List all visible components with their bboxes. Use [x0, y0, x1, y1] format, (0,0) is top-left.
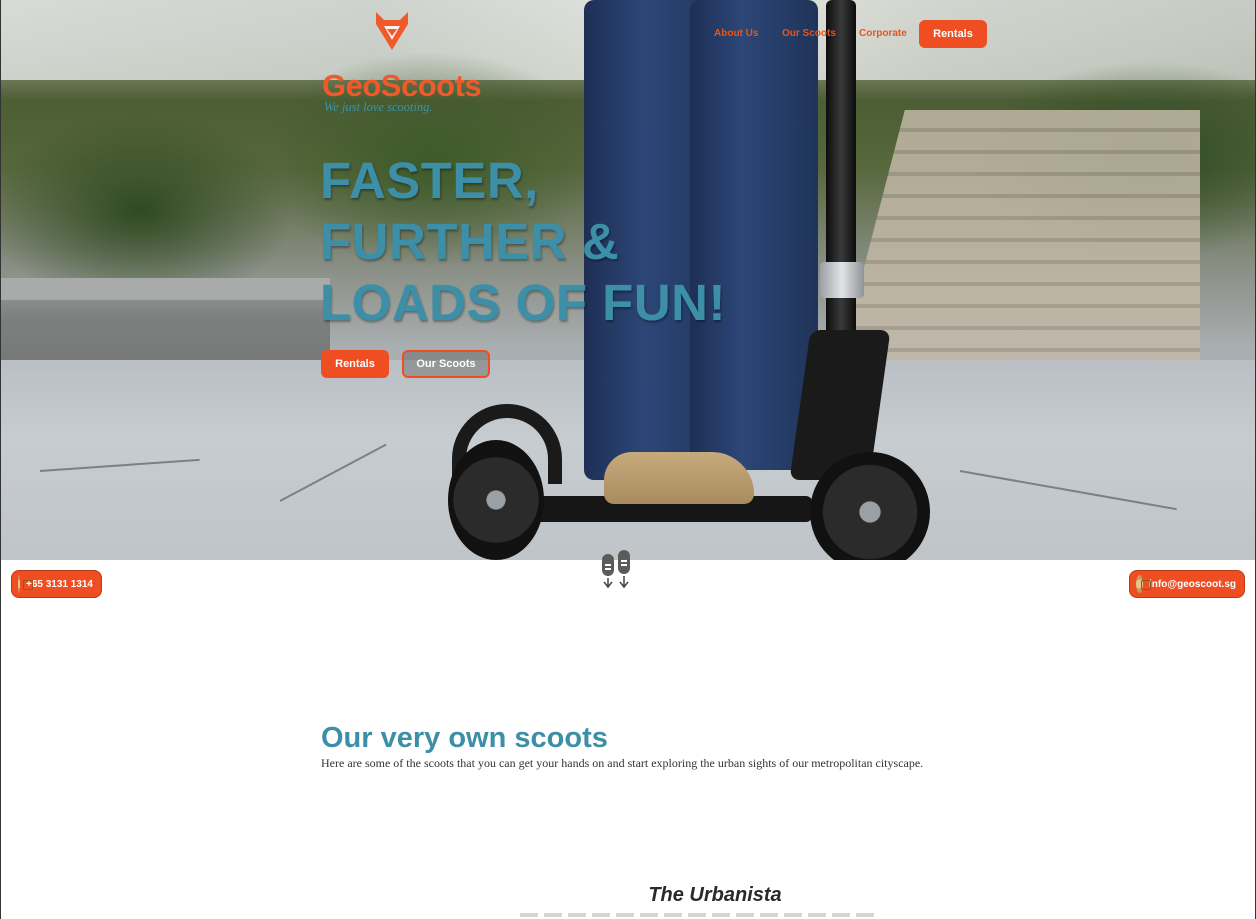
brand-tagline: We just love scooting.	[324, 100, 433, 114]
scroll-down-icon[interactable]	[600, 550, 632, 590]
nav-our-scoots[interactable]: Our Scoots	[782, 28, 836, 39]
scooter-clamp	[820, 262, 864, 298]
hero-headline: FASTER, FURTHER & LOADS OF FUN!	[320, 150, 726, 333]
contact-phone-button[interactable]: +65 3131 1314	[11, 570, 102, 598]
contact-phone-text: +65 3131 1314	[25, 578, 93, 590]
scooter-front-wheel	[810, 452, 930, 560]
brand-name: GeoScoots	[322, 68, 482, 103]
rider-shoe	[604, 452, 754, 504]
fox-head-icon	[376, 12, 408, 50]
section-title: Our very own scoots	[321, 722, 608, 754]
contact-email-text: info@geoscoot.sg	[1149, 578, 1236, 590]
hero-our-scoots-button[interactable]: Our Scoots	[402, 350, 490, 378]
headline-line-3: LOADS OF FUN!	[320, 274, 726, 331]
scooter-rear-wheel	[448, 440, 544, 560]
headline-line-2: FURTHER &	[320, 213, 620, 270]
mail-icon	[1136, 575, 1152, 593]
nav-about-us[interactable]: About Us	[714, 28, 758, 39]
product-description-fade	[520, 913, 880, 917]
nav-rentals-button[interactable]: Rentals	[919, 20, 987, 48]
nav-corporate[interactable]: Corporate	[859, 28, 907, 39]
headline-line-1: FASTER,	[320, 152, 539, 209]
hero-rentals-button[interactable]: Rentals	[321, 350, 389, 378]
main-nav: About Us Our Scoots Corporate Rentals	[700, 20, 1000, 48]
product-title: The Urbanista	[648, 884, 782, 906]
section-subtitle: Here are some of the scoots that you can…	[321, 756, 924, 770]
contact-email-button[interactable]: info@geoscoot.sg	[1129, 570, 1245, 598]
phone-icon	[18, 575, 33, 593]
brand-logo[interactable]: GeoScoots We just love scooting.	[322, 10, 522, 120]
